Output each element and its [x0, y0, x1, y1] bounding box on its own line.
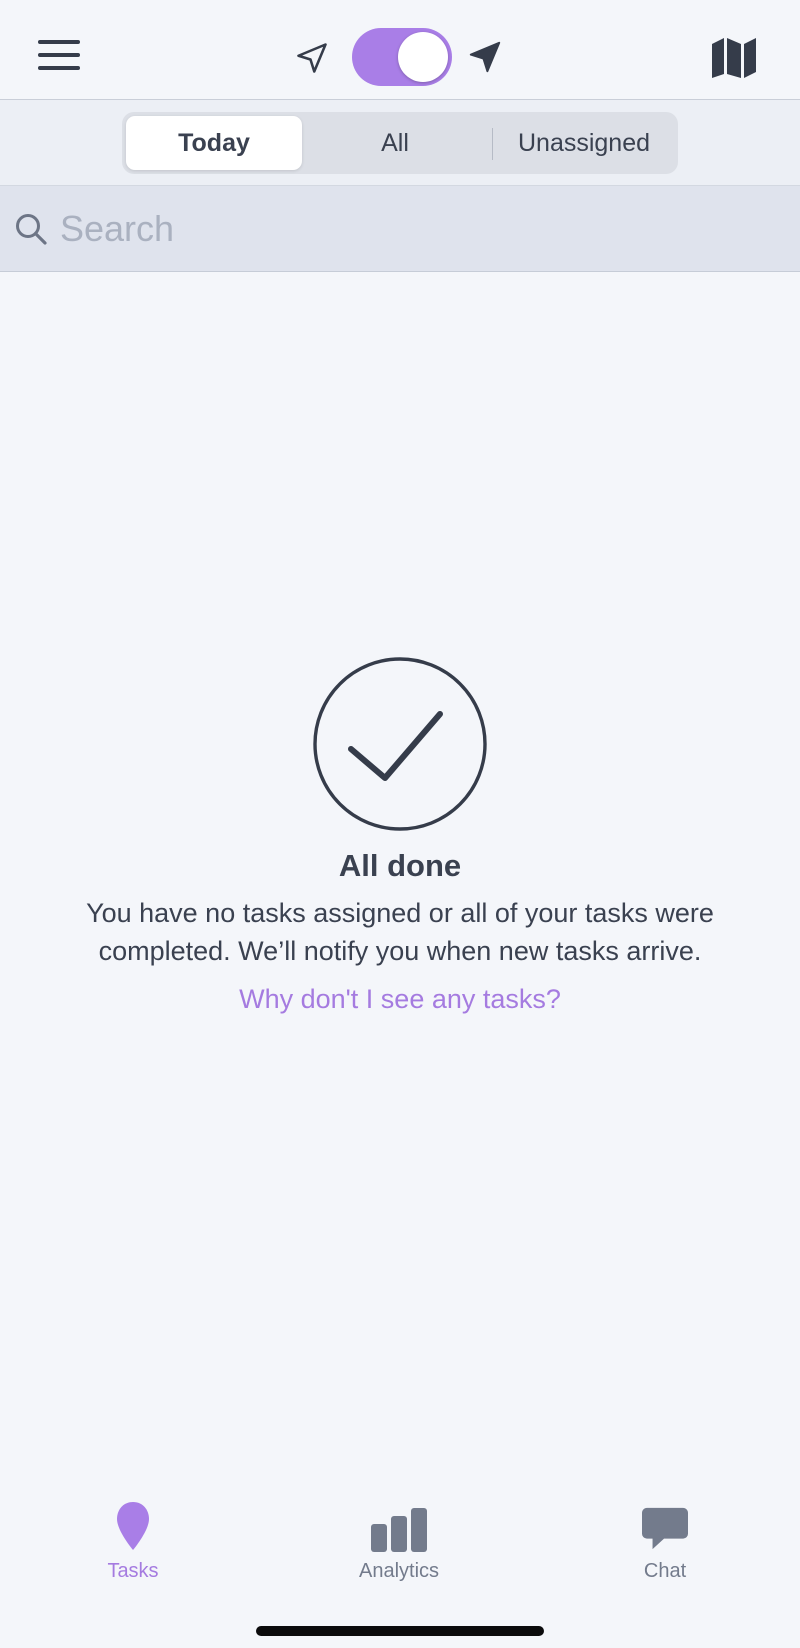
segmented-control: Today All Unassigned [122, 112, 678, 174]
home-indicator [256, 1626, 544, 1636]
why-no-tasks-link[interactable]: Why don't I see any tasks? [239, 984, 561, 1015]
hamburger-menu-icon[interactable] [36, 36, 84, 76]
top-bar [0, 0, 800, 100]
toggle-knob [398, 32, 448, 82]
filter-bar: Today All Unassigned [0, 100, 800, 186]
bottom-tab-bar: Tasks Analytics Chat [0, 1500, 800, 1600]
menu-line [38, 66, 80, 70]
segment-divider [492, 128, 493, 160]
segment-today[interactable]: Today [126, 116, 302, 170]
navigation-arrow-outline-icon[interactable] [294, 40, 330, 76]
tab-label: Tasks [107, 1560, 159, 1582]
chat-bubble-icon [642, 1507, 688, 1550]
tab-analytics[interactable]: Analytics [319, 1500, 479, 1583]
map-icon[interactable] [710, 36, 758, 80]
map-pin-icon [117, 1502, 149, 1550]
tab-tasks[interactable]: Tasks [53, 1500, 213, 1583]
menu-line [38, 40, 80, 44]
segment-unassigned[interactable]: Unassigned [494, 116, 674, 170]
tab-chat[interactable]: Chat [585, 1500, 745, 1583]
search-input[interactable] [60, 198, 780, 260]
navigation-arrow-filled-icon[interactable] [466, 38, 504, 76]
empty-state: All done You have no tasks assigned or a… [0, 656, 800, 1015]
search-bar [0, 186, 800, 272]
tab-label: Analytics [358, 1560, 440, 1582]
bar-chart-icon [371, 1508, 427, 1552]
app-screen: Today All Unassigned All done You have n… [0, 0, 800, 1648]
tracking-toggle[interactable] [352, 28, 452, 86]
menu-line [38, 53, 80, 57]
check-circle-icon [313, 657, 487, 831]
segment-all[interactable]: All [302, 116, 488, 170]
search-icon [16, 214, 47, 245]
empty-state-message: You have no tasks assigned or all of you… [86, 898, 714, 966]
tab-label: Chat [643, 1560, 687, 1582]
empty-state-title: All done [338, 848, 462, 883]
